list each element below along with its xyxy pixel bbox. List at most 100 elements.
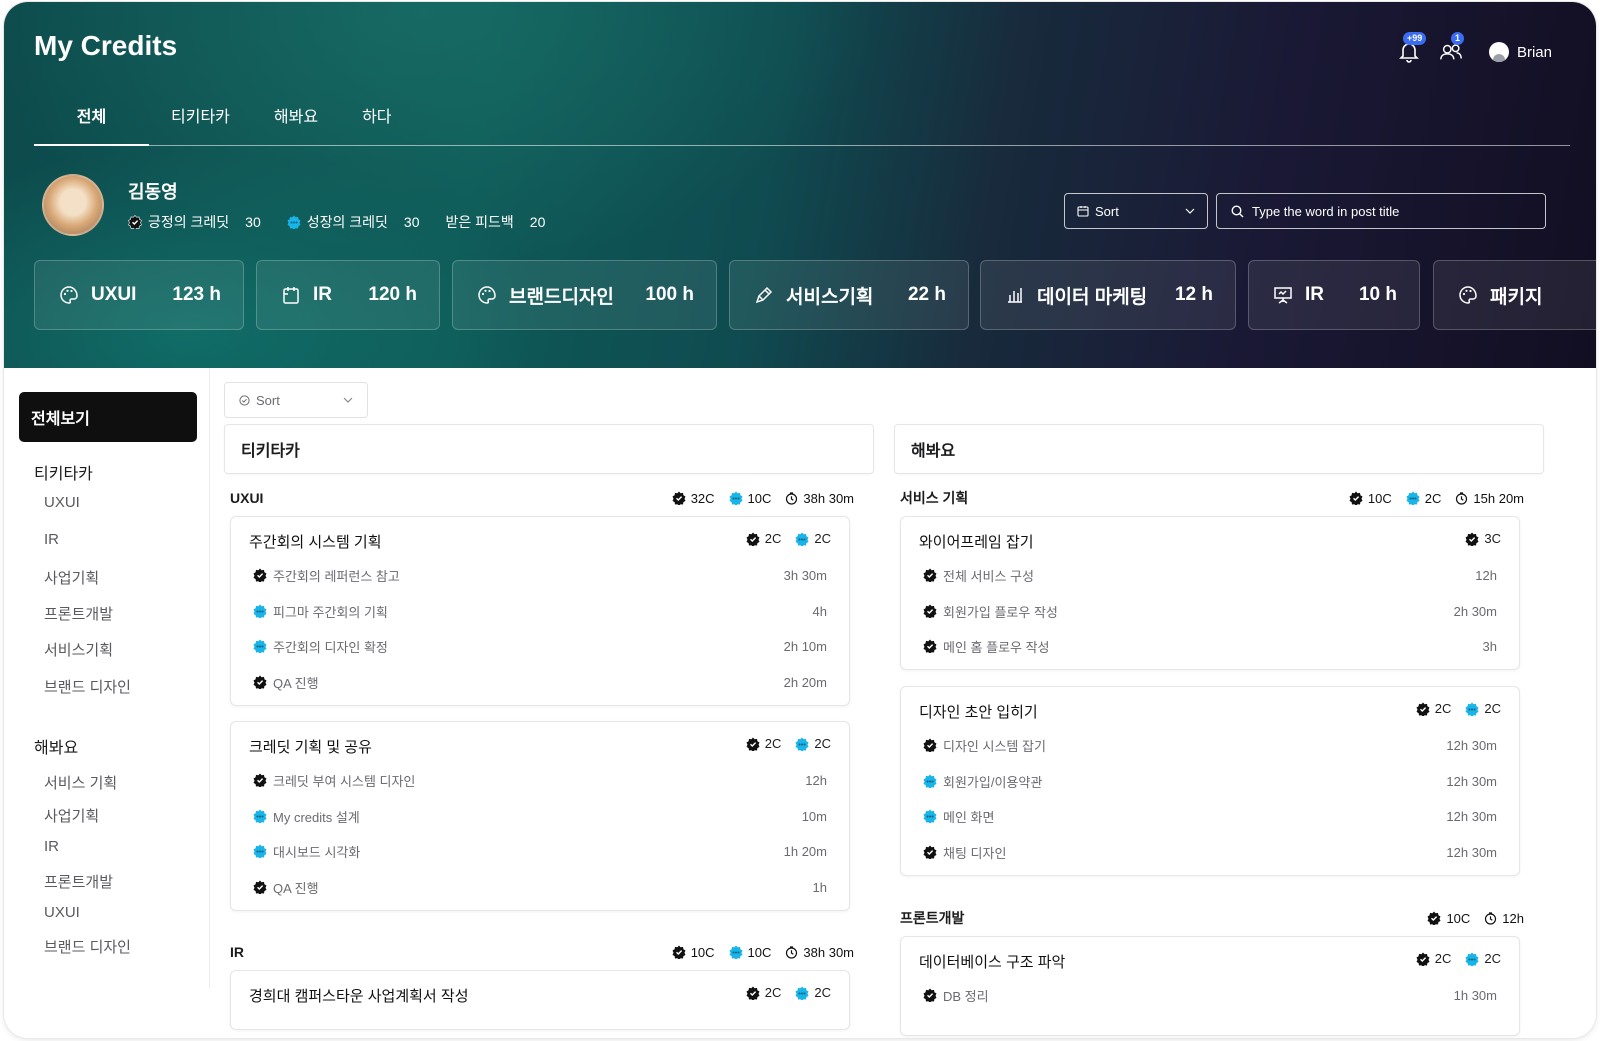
positive-credit: 2C: [746, 736, 781, 751]
subtask-row: 메인 홈 플로우 작성 3h: [923, 636, 1497, 656]
positive-badge-icon: [923, 568, 937, 582]
category-name: IR: [313, 284, 332, 305]
sidebar-item[interactable]: IR: [44, 531, 59, 548]
tab-tikitaka[interactable]: 티키타카: [149, 102, 252, 146]
presentation-icon: [1271, 283, 1295, 307]
sidebar-item[interactable]: UXUI: [44, 494, 80, 511]
chevron-down-icon: [343, 397, 353, 403]
growth-credit: 2C: [1465, 951, 1501, 966]
task-title: 크레딧 기획 및 공유: [249, 739, 372, 756]
sidebar-item[interactable]: 서비스 기획: [44, 772, 117, 793]
timer-icon: [785, 491, 798, 505]
sidebar-item[interactable]: 서비스기획: [44, 639, 113, 660]
category-card[interactable]: 서비스기획 22 h: [729, 260, 969, 330]
subtask-row: QA 진행 2h 20m: [253, 672, 827, 692]
positive-badge-icon: [253, 773, 267, 787]
sidebar-group-title[interactable]: 티키타카: [34, 460, 93, 484]
category-card[interactable]: 브랜드디자인 100 h: [452, 260, 717, 330]
sidebar-item[interactable]: IR: [44, 838, 59, 855]
subtask-time: 12h 30m: [1446, 737, 1497, 753]
subtask-row: 주간회의 디자인 확정 2h 10m: [253, 636, 827, 656]
positive-badge-icon: [253, 675, 267, 689]
tab-haebwayo[interactable]: 해봐요: [252, 102, 340, 146]
tab-hada[interactable]: 하다: [340, 102, 413, 146]
task-card[interactable]: 크레딧 기획 및 공유 2C 2C 크레딧 부여 시스템 디자인 12h My credi…: [230, 721, 850, 911]
growth-credit-stat: 성장의 크레딧 30: [287, 212, 420, 232]
notifications-button[interactable]: +99: [1397, 32, 1427, 64]
timer-icon: [785, 945, 798, 959]
subtask-row: 디자인 시스템 잡기 12h 30m: [923, 735, 1497, 755]
growth-badge-icon: [729, 945, 743, 959]
content-sort-dropdown[interactable]: Sort: [224, 382, 368, 418]
growth-credit: 2C: [795, 736, 831, 751]
task-card[interactable]: 주간회의 시스템 기획 2C 2C 주간회의 레퍼런스 참고 3h 30m 피그마 주간회…: [230, 516, 850, 706]
category-hours: 12 h: [1174, 284, 1213, 305]
category-card[interactable]: 데이터 마케팅 12 h: [980, 260, 1236, 330]
positive-credit: 2C: [1416, 951, 1451, 966]
task-card[interactable]: 디자인 초안 입히기 2C 2C 디자인 시스템 잡기 12h 30m 회원가입/이용약관…: [900, 686, 1520, 876]
task-title: 경희대 캠퍼스타운 사업계획서 작성: [249, 988, 469, 1005]
timer-icon: [1484, 911, 1497, 925]
sidebar-group-title[interactable]: 해봐요: [34, 734, 78, 758]
category-section-header: IR 10C 10C 38h 30m: [230, 942, 854, 962]
growth-badge-icon: [923, 774, 937, 788]
category-hours: 22 h: [907, 284, 946, 305]
positive-badge-icon: [1465, 532, 1479, 546]
positive-badge-icon: [923, 845, 937, 859]
subtask-row: 회원가입 플로우 작성 2h 30m: [923, 601, 1497, 621]
subtask-label: 회원가입 플로우 작성: [943, 604, 1058, 620]
subtask-row: My credits 설계 10m: [253, 806, 827, 826]
sidebar-view-all[interactable]: 전체보기: [19, 392, 197, 442]
section-title: UXUI: [230, 490, 264, 506]
category-card[interactable]: UXUI 123 h: [34, 260, 244, 330]
task-card[interactable]: 와이어프레임 잡기 3C 전체 서비스 구성 12h 회원가입 플로우 작성 2h 30m…: [900, 516, 1520, 670]
palette-icon: [1456, 283, 1480, 307]
sidebar-item[interactable]: 프론트개발: [44, 603, 113, 624]
positive-badge-icon: [746, 986, 760, 1000]
page-title: My Credits: [34, 30, 178, 61]
sidebar-item[interactable]: UXUI: [44, 904, 80, 921]
task-title: 주간회의 시스템 기획: [249, 534, 382, 551]
check-circle-icon: [239, 394, 250, 406]
growth-badge-icon: [923, 809, 937, 823]
sort-dropdown[interactable]: Sort: [1064, 193, 1208, 229]
subtask-label: 메인 화면: [943, 809, 995, 825]
subtask-time: 1h 30m: [1453, 987, 1497, 1003]
friends-button[interactable]: 1: [1439, 32, 1464, 64]
positive-badge-icon: [746, 737, 760, 751]
subtask-time: 1h 20m: [783, 843, 827, 859]
subtask-time: 12h 30m: [1446, 844, 1497, 860]
task-card[interactable]: 데이터베이스 구조 파악 2C 2C DB 정리 1h 30m: [900, 936, 1520, 1036]
sidebar-item[interactable]: 프론트개발: [44, 871, 113, 892]
subtask-row: 메인 화면 12h 30m: [923, 806, 1497, 826]
sidebar: 전체보기 티키타카 UXUI IR 사업기획 프론트개발 서비스기획 브랜드 디자인 해봐요 서…: [4, 368, 210, 988]
positive-badge-icon: [128, 215, 142, 229]
category-card[interactable]: 패키지: [1433, 260, 1596, 330]
section-title: IR: [230, 944, 244, 960]
sidebar-item[interactable]: 브랜드 디자인: [44, 676, 131, 697]
positive-credit: 3C: [1465, 531, 1501, 546]
total-time: 15h 20m: [1455, 491, 1524, 506]
tab-all[interactable]: 전체: [34, 102, 149, 146]
category-name: IR: [1305, 284, 1324, 305]
search-input[interactable]: Type the word in post title: [1216, 193, 1546, 229]
task-card[interactable]: 경희대 캠퍼스타운 사업계획서 작성 2C 2C: [230, 970, 850, 1030]
subtask-time: 3h: [1482, 638, 1497, 654]
growth-badge-icon: [1465, 702, 1479, 716]
positive-badge-icon: [1427, 911, 1441, 925]
user-menu[interactable]: Brian: [1488, 42, 1552, 62]
sidebar-item[interactable]: 사업기획: [44, 805, 99, 826]
profile-avatar: [42, 174, 104, 236]
category-hours: 123 h: [172, 284, 221, 305]
subtask-row: QA 진행 1h: [253, 877, 827, 897]
category-card[interactable]: IR 120 h: [256, 260, 440, 330]
category-name: 데이터 마케팅: [1037, 286, 1148, 308]
growth-credit: 10C: [729, 491, 771, 506]
sidebar-item[interactable]: 브랜드 디자인: [44, 936, 131, 957]
category-name: 패키지: [1490, 286, 1543, 308]
column-haebwayo: 해봐요 서비스 기획 10C 2C 15h 20m 와이어프레임 잡기 3C 전체 서비스 …: [894, 424, 1544, 1036]
category-card[interactable]: IR 10 h: [1248, 260, 1420, 330]
sidebar-item[interactable]: 사업기획: [44, 567, 99, 588]
positive-badge-icon: [672, 491, 686, 505]
subtask-label: 주간회의 레퍼런스 참고: [273, 568, 400, 584]
